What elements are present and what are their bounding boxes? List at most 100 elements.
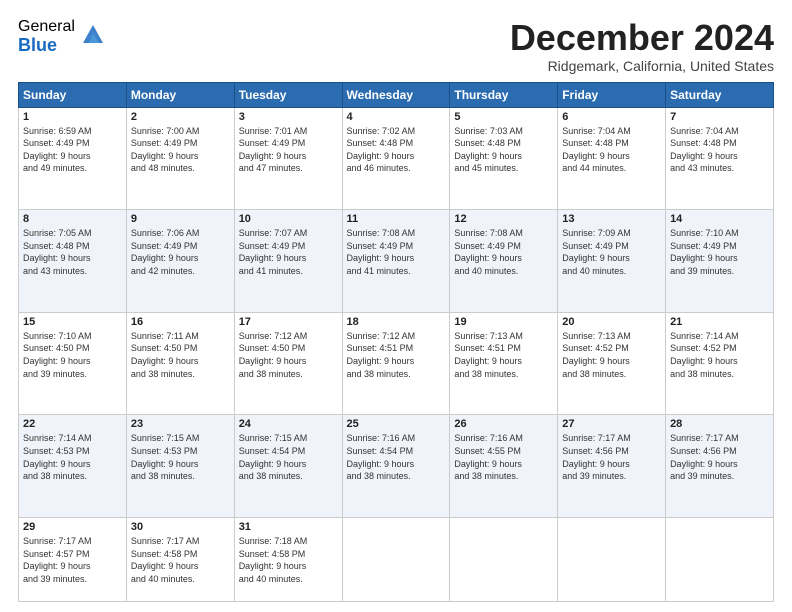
day-number: 14 xyxy=(670,213,769,225)
header: General Blue December 2024 Ridgemark, Ca… xyxy=(18,18,774,74)
day-cell: 3Sunrise: 7:01 AMSunset: 4:49 PMDaylight… xyxy=(234,107,342,210)
col-header-monday: Monday xyxy=(126,82,234,107)
day-info: Sunrise: 7:01 AMSunset: 4:49 PMDaylight:… xyxy=(239,125,338,175)
day-number: 16 xyxy=(131,316,230,328)
day-info: Sunrise: 7:16 AMSunset: 4:55 PMDaylight:… xyxy=(454,432,553,482)
day-cell: 2 Sunrise: 7:00 AMSunset: 4:49 PMDaylight… xyxy=(126,107,234,210)
week-row-1: 1 Sunrise: 6:59 AMSunset: 4:49 PMDaylight… xyxy=(19,107,774,210)
day-info: Sunrise: 7:04 AMSunset: 4:48 PMDaylight:… xyxy=(562,125,661,175)
day-number: 25 xyxy=(347,418,446,430)
day-info: Sunrise: 7:14 AMSunset: 4:53 PMDaylight:… xyxy=(23,432,122,482)
day-number: 24 xyxy=(239,418,338,430)
day-cell: 26 Sunrise: 7:16 AMSunset: 4:55 PMDayligh… xyxy=(450,415,558,518)
day-number: 28 xyxy=(670,418,769,430)
day-info: Sunrise: 7:00 AMSunset: 4:49 PMDaylight:… xyxy=(131,125,230,175)
day-cell: 6Sunrise: 7:04 AMSunset: 4:48 PMDaylight… xyxy=(558,107,666,210)
title-area: December 2024 Ridgemark, California, Uni… xyxy=(510,18,774,74)
day-number: 15 xyxy=(23,316,122,328)
day-number: 27 xyxy=(562,418,661,430)
day-number: 8 xyxy=(23,213,122,225)
day-info: Sunrise: 7:02 AMSunset: 4:48 PMDaylight:… xyxy=(347,125,446,175)
logo-area: General Blue xyxy=(18,18,107,55)
day-cell: 14 Sunrise: 7:10 AMSunset: 4:49 PMDayligh… xyxy=(666,210,774,313)
day-info: Sunrise: 7:09 AMSunset: 4:49 PMDaylight:… xyxy=(562,227,661,277)
day-number: 21 xyxy=(670,316,769,328)
day-info: Sunrise: 7:17 AMSunset: 4:58 PMDaylight:… xyxy=(131,535,230,585)
col-header-thursday: Thursday xyxy=(450,82,558,107)
day-number: 11 xyxy=(347,213,446,225)
day-number: 31 xyxy=(239,521,338,533)
day-number: 30 xyxy=(131,521,230,533)
day-info: Sunrise: 7:17 AMSunset: 4:56 PMDaylight:… xyxy=(562,432,661,482)
day-number: 19 xyxy=(454,316,553,328)
day-number: 10 xyxy=(239,213,338,225)
col-header-wednesday: Wednesday xyxy=(342,82,450,107)
day-number: 17 xyxy=(239,316,338,328)
day-info: Sunrise: 7:12 AMSunset: 4:50 PMDaylight:… xyxy=(239,330,338,380)
day-info: Sunrise: 7:12 AMSunset: 4:51 PMDaylight:… xyxy=(347,330,446,380)
day-cell: 22 Sunrise: 7:14 AMSunset: 4:53 PMDayligh… xyxy=(19,415,127,518)
day-number: 26 xyxy=(454,418,553,430)
day-cell: 30 Sunrise: 7:17 AMSunset: 4:58 PMDayligh… xyxy=(126,518,234,602)
day-cell: 20Sunrise: 7:13 AMSunset: 4:52 PMDayligh… xyxy=(558,312,666,415)
calendar: SundayMondayTuesdayWednesdayThursdayFrid… xyxy=(18,82,774,602)
day-cell: 16Sunrise: 7:11 AMSunset: 4:50 PMDayligh… xyxy=(126,312,234,415)
day-cell: 31Sunrise: 7:18 AMSunset: 4:58 PMDayligh… xyxy=(234,518,342,602)
day-cell: 9Sunrise: 7:06 AMSunset: 4:49 PMDaylight… xyxy=(126,210,234,313)
day-number: 12 xyxy=(454,213,553,225)
location: Ridgemark, California, United States xyxy=(510,58,774,74)
day-number: 29 xyxy=(23,521,122,533)
day-info: Sunrise: 7:13 AMSunset: 4:52 PMDaylight:… xyxy=(562,330,661,380)
day-cell: 1 Sunrise: 6:59 AMSunset: 4:49 PMDaylight… xyxy=(19,107,127,210)
calendar-header: SundayMondayTuesdayWednesdayThursdayFrid… xyxy=(19,82,774,107)
day-cell: 17 Sunrise: 7:12 AMSunset: 4:50 PMDayligh… xyxy=(234,312,342,415)
week-row-5: 29Sunrise: 7:17 AMSunset: 4:57 PMDayligh… xyxy=(19,518,774,602)
day-info: Sunrise: 7:14 AMSunset: 4:52 PMDaylight:… xyxy=(670,330,769,380)
day-cell: 5 Sunrise: 7:03 AMSunset: 4:48 PMDaylight… xyxy=(450,107,558,210)
day-number: 1 xyxy=(23,111,122,123)
day-info: Sunrise: 7:17 AMSunset: 4:56 PMDaylight:… xyxy=(670,432,769,482)
day-cell: 19 Sunrise: 7:13 AMSunset: 4:51 PMDayligh… xyxy=(450,312,558,415)
day-cell: 4 Sunrise: 7:02 AMSunset: 4:48 PMDaylight… xyxy=(342,107,450,210)
day-cell: 15 Sunrise: 7:10 AMSunset: 4:50 PMDayligh… xyxy=(19,312,127,415)
col-header-sunday: Sunday xyxy=(19,82,127,107)
week-row-2: 8 Sunrise: 7:05 AMSunset: 4:48 PMDaylight… xyxy=(19,210,774,313)
day-number: 23 xyxy=(131,418,230,430)
day-cell: 8 Sunrise: 7:05 AMSunset: 4:48 PMDaylight… xyxy=(19,210,127,313)
day-info: Sunrise: 7:05 AMSunset: 4:48 PMDaylight:… xyxy=(23,227,122,277)
day-number: 4 xyxy=(347,111,446,123)
day-info: Sunrise: 7:15 AMSunset: 4:53 PMDaylight:… xyxy=(131,432,230,482)
day-cell: 18Sunrise: 7:12 AMSunset: 4:51 PMDayligh… xyxy=(342,312,450,415)
day-cell: 10 Sunrise: 7:07 AMSunset: 4:49 PMDayligh… xyxy=(234,210,342,313)
day-cell: 24 Sunrise: 7:15 AMSunset: 4:54 PMDayligh… xyxy=(234,415,342,518)
day-info: Sunrise: 6:59 AMSunset: 4:49 PMDaylight:… xyxy=(23,125,122,175)
day-cell: 27 Sunrise: 7:17 AMSunset: 4:56 PMDayligh… xyxy=(558,415,666,518)
day-info: Sunrise: 7:15 AMSunset: 4:54 PMDaylight:… xyxy=(239,432,338,482)
day-info: Sunrise: 7:08 AMSunset: 4:49 PMDaylight:… xyxy=(347,227,446,277)
day-cell xyxy=(666,518,774,602)
day-cell: 21 Sunrise: 7:14 AMSunset: 4:52 PMDayligh… xyxy=(666,312,774,415)
day-info: Sunrise: 7:13 AMSunset: 4:51 PMDaylight:… xyxy=(454,330,553,380)
day-cell: 11 Sunrise: 7:08 AMSunset: 4:49 PMDayligh… xyxy=(342,210,450,313)
day-cell: 23 Sunrise: 7:15 AMSunset: 4:53 PMDayligh… xyxy=(126,415,234,518)
logo-blue: Blue xyxy=(18,36,75,56)
logo-general: General xyxy=(18,18,75,36)
week-row-3: 15 Sunrise: 7:10 AMSunset: 4:50 PMDayligh… xyxy=(19,312,774,415)
day-info: Sunrise: 7:10 AMSunset: 4:49 PMDaylight:… xyxy=(670,227,769,277)
col-header-friday: Friday xyxy=(558,82,666,107)
day-cell: 25 Sunrise: 7:16 AMSunset: 4:54 PMDayligh… xyxy=(342,415,450,518)
day-number: 2 xyxy=(131,111,230,123)
day-info: Sunrise: 7:10 AMSunset: 4:50 PMDaylight:… xyxy=(23,330,122,380)
calendar-body: 1 Sunrise: 6:59 AMSunset: 4:49 PMDaylight… xyxy=(19,107,774,601)
logo-icon xyxy=(79,21,107,49)
header-row: SundayMondayTuesdayWednesdayThursdayFrid… xyxy=(19,82,774,107)
day-info: Sunrise: 7:07 AMSunset: 4:49 PMDaylight:… xyxy=(239,227,338,277)
day-cell: 29Sunrise: 7:17 AMSunset: 4:57 PMDayligh… xyxy=(19,518,127,602)
day-number: 13 xyxy=(562,213,661,225)
day-info: Sunrise: 7:16 AMSunset: 4:54 PMDaylight:… xyxy=(347,432,446,482)
day-cell xyxy=(558,518,666,602)
day-number: 5 xyxy=(454,111,553,123)
day-info: Sunrise: 7:03 AMSunset: 4:48 PMDaylight:… xyxy=(454,125,553,175)
day-number: 22 xyxy=(23,418,122,430)
col-header-saturday: Saturday xyxy=(666,82,774,107)
